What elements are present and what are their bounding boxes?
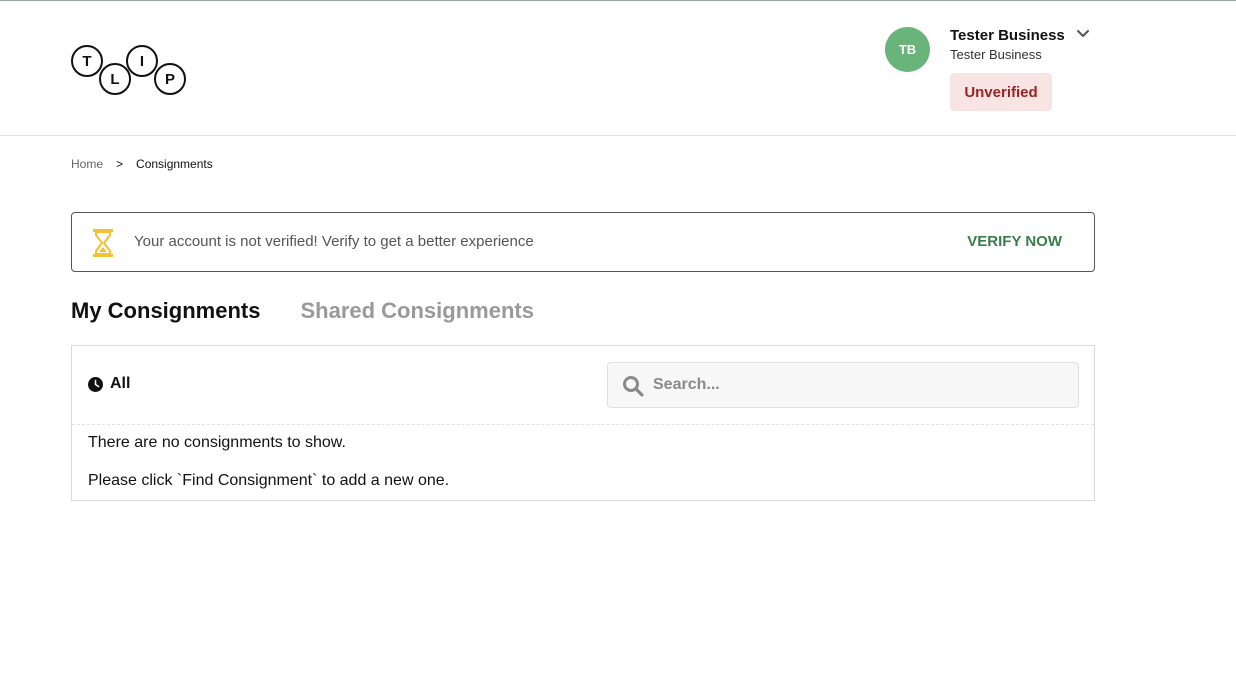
tab-shared-consignments[interactable]: Shared Consignments	[300, 298, 533, 324]
verification-notice: Your account is not verified! Verify to …	[71, 212, 1095, 272]
verify-now-button[interactable]: VERIFY NOW	[967, 233, 1062, 250]
clock-icon	[88, 376, 103, 392]
logo-letter: I	[126, 45, 158, 77]
hourglass-icon	[93, 229, 113, 257]
filter-label: All	[110, 375, 131, 392]
status-badge: Unverified	[950, 73, 1052, 111]
user-subtitle: Tester Business	[950, 47, 1042, 62]
search-icon	[623, 376, 644, 397]
user-name[interactable]: Tester Business	[950, 27, 1065, 44]
avatar[interactable]: TB	[885, 27, 930, 72]
breadcrumb-current: Consignments	[136, 157, 213, 171]
consignments-panel: All There are no consignments to show. P…	[71, 345, 1095, 501]
breadcrumb-home-link[interactable]: Home	[71, 157, 103, 171]
breadcrumb: Home > Consignments	[71, 157, 213, 171]
search-box	[607, 362, 1079, 408]
app-header: T L I P TB Tester Business Tester Busine…	[0, 1, 1236, 136]
empty-state-hint: Please click `Find Consignment` to add a…	[88, 472, 450, 489]
tab-my-consignments[interactable]: My Consignments	[71, 298, 260, 324]
chevron-down-icon[interactable]	[1076, 27, 1090, 41]
tlip-logo[interactable]: T L I P	[71, 43, 189, 95]
search-input[interactable]	[653, 363, 1073, 407]
divider	[72, 424, 1094, 425]
status-filter[interactable]: All	[88, 375, 130, 393]
logo-letter: P	[154, 63, 186, 95]
notice-message: Your account is not verified! Verify to …	[134, 233, 534, 250]
consignment-tabs: My Consignments Shared Consignments	[71, 298, 534, 324]
empty-state-message: There are no consignments to show.	[88, 434, 346, 451]
breadcrumb-separator: >	[116, 157, 124, 171]
logo-letter: T	[71, 45, 103, 77]
logo-letter: L	[99, 63, 131, 95]
